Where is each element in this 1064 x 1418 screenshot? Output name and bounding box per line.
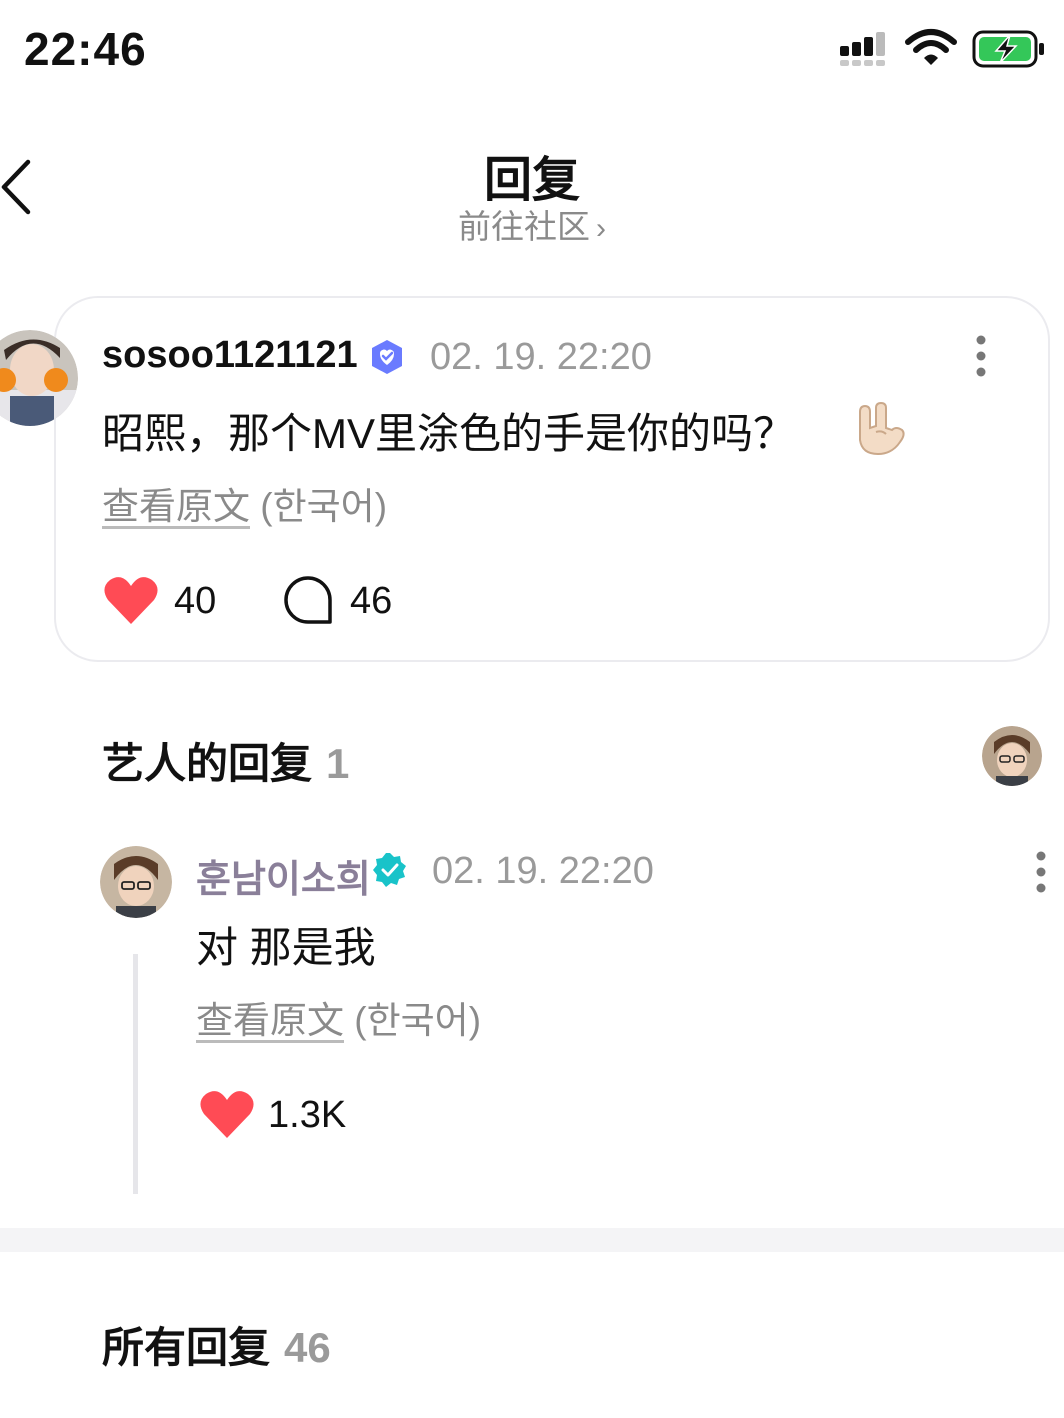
section-divider (0, 1228, 1064, 1252)
more-options-icon[interactable] (1026, 850, 1056, 894)
artist-replies-count: 1 (326, 740, 350, 787)
artist-avatar-small[interactable] (982, 726, 1042, 786)
original-language: (한국어) (260, 486, 388, 527)
post-date: 02. 19. 22:20 (430, 336, 652, 378)
view-original-link[interactable]: 查看原文 (한국어) (196, 990, 481, 1044)
comment-count: 46 (350, 580, 393, 622)
all-replies-title: 所有回复 (102, 1324, 271, 1371)
status-time: 22:46 (24, 23, 147, 75)
thread-line (133, 954, 138, 1194)
heart-icon[interactable] (198, 1088, 256, 1140)
chevron-right-icon: › (596, 212, 606, 245)
all-replies-count: 46 (284, 1324, 331, 1371)
reply-like-count: 1.3K (268, 1094, 347, 1136)
artist-replies-header: 艺人的回复 1 (102, 730, 349, 791)
post-text: 昭熙，那个MV里涂色的手是你的吗？ (102, 410, 796, 457)
hand-rock-emoji-icon (859, 402, 905, 456)
view-original-link[interactable]: 查看原文 (한국어) (102, 476, 387, 530)
artist-name[interactable]: 훈남이소희 (196, 848, 371, 903)
view-original-label: 查看原文 (102, 486, 250, 527)
go-to-community-label: 前往社区 (458, 208, 590, 245)
battery-charging-icon (972, 30, 1044, 68)
reply-date: 02. 19. 22:20 (432, 850, 654, 892)
comment-bubble-icon[interactable] (282, 574, 334, 626)
all-replies-header: 所有回复 46 (102, 1314, 331, 1375)
like-count: 40 (174, 580, 217, 622)
wifi-icon (905, 29, 957, 65)
more-options-icon[interactable] (966, 334, 996, 378)
verified-artist-badge-icon (373, 853, 406, 887)
heart-icon[interactable] (102, 574, 160, 626)
view-original-label: 查看原文 (196, 1000, 344, 1041)
original-language: (한국어) (354, 1000, 482, 1041)
go-to-community-link[interactable]: 前往社区 › (0, 200, 1064, 248)
verified-badge-icon (372, 340, 402, 374)
reply-text: 对 那是我 (196, 924, 376, 971)
artist-replies-title: 艺人的回复 (102, 740, 313, 787)
cellular-signal-icon (840, 32, 885, 66)
post-username[interactable]: sosoo1121121 (102, 334, 358, 377)
artist-avatar[interactable] (100, 846, 172, 918)
